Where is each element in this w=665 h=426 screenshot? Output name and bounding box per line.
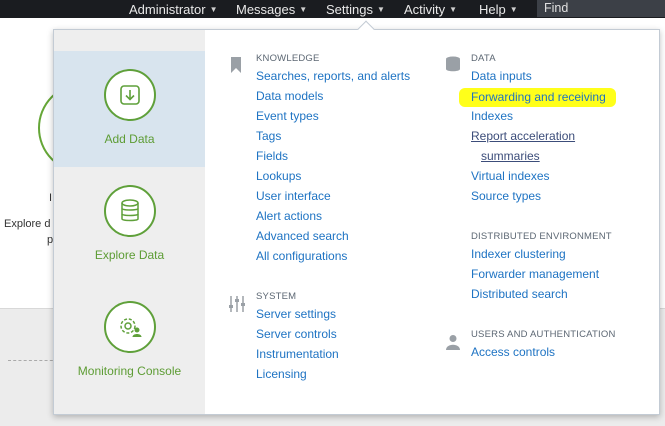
chevron-down-icon: ▼	[509, 4, 518, 14]
add-data-label: Add Data	[104, 132, 155, 146]
top-bar: Administrator ▼ Messages ▼ Settings ▼ Activ…	[0, 0, 665, 18]
menu-settings[interactable]: Settings ▼	[326, 0, 385, 18]
menu-activity[interactable]: Activity ▼	[404, 0, 457, 18]
link-user-interface[interactable]: User interface	[256, 189, 331, 203]
menu-messages[interactable]: Messages ▼	[236, 0, 307, 18]
link-searches-reports-alerts[interactable]: Searches, reports, and alerts	[256, 69, 410, 83]
background-text: I	[49, 192, 53, 204]
chevron-down-icon: ▼	[449, 4, 458, 14]
link-distributed-search[interactable]: Distributed search	[471, 287, 568, 301]
database-icon	[103, 185, 156, 237]
users-authentication-heading: USERS AND AUTHENTICATION	[471, 329, 616, 340]
link-instrumentation[interactable]: Instrumentation	[256, 347, 339, 361]
link-forwarding-and-receiving[interactable]: Forwarding and receiving	[459, 88, 616, 107]
link-indexes[interactable]: Indexes	[471, 109, 513, 123]
explore-data-label: Explore Data	[94, 248, 165, 262]
download-icon	[103, 69, 156, 121]
monitoring-console-label: Monitoring Console	[77, 364, 182, 378]
link-advanced-search[interactable]: Advanced search	[256, 229, 349, 243]
link-licensing[interactable]: Licensing	[256, 367, 307, 381]
sliders-icon	[228, 295, 246, 318]
forwarding-and-receiving-label: Forwarding and receiving	[471, 90, 606, 104]
link-access-controls[interactable]: Access controls	[471, 345, 555, 359]
link-server-settings[interactable]: Server settings	[256, 307, 336, 321]
link-data-inputs[interactable]: Data inputs	[471, 69, 532, 83]
background-divider	[8, 360, 58, 361]
chevron-down-icon: ▼	[299, 4, 308, 14]
knowledge-heading: KNOWLEDGE	[256, 53, 320, 64]
cylinder-icon	[445, 56, 461, 77]
link-alert-actions[interactable]: Alert actions	[256, 209, 322, 223]
link-indexer-clustering[interactable]: Indexer clustering	[471, 247, 566, 261]
link-all-configurations[interactable]: All configurations	[256, 249, 347, 263]
link-fields[interactable]: Fields	[256, 149, 288, 163]
link-event-types[interactable]: Event types	[256, 109, 319, 123]
bookmark-icon	[231, 57, 241, 78]
apps-column: Add Data Explore Data Monitoring Console	[54, 30, 205, 414]
chevron-down-icon: ▼	[209, 4, 218, 14]
explore-data-tile[interactable]: Explore Data	[54, 167, 205, 283]
distributed-environment-heading: DISTRIBUTED ENVIRONMENT	[471, 231, 612, 242]
link-report-acceleration-summaries[interactable]: summaries	[481, 149, 540, 163]
chevron-down-icon: ▼	[376, 4, 385, 14]
background-text: Explore d	[4, 218, 51, 230]
link-data-models[interactable]: Data models	[256, 89, 323, 103]
link-server-controls[interactable]: Server controls	[256, 327, 337, 341]
user-icon	[446, 334, 460, 355]
add-data-tile[interactable]: Add Data	[54, 51, 205, 167]
menu-administrator[interactable]: Administrator ▼	[129, 0, 218, 18]
link-source-types[interactable]: Source types	[471, 189, 541, 203]
find-input[interactable]: Find	[537, 0, 665, 17]
link-tags[interactable]: Tags	[256, 129, 281, 143]
settings-dropdown: Add Data Explore Data Monitoring Console…	[53, 20, 660, 415]
system-heading: SYSTEM	[256, 291, 297, 302]
link-report-acceleration[interactable]: Report acceleration	[471, 129, 575, 143]
link-lookups[interactable]: Lookups	[256, 169, 301, 183]
link-forwarder-management[interactable]: Forwarder management	[471, 267, 599, 281]
monitoring-console-tile[interactable]: Monitoring Console	[54, 283, 205, 399]
gear-user-icon	[103, 301, 156, 353]
data-heading: DATA	[471, 53, 496, 64]
menu-help[interactable]: Help ▼	[479, 0, 518, 18]
link-virtual-indexes[interactable]: Virtual indexes	[471, 169, 550, 183]
